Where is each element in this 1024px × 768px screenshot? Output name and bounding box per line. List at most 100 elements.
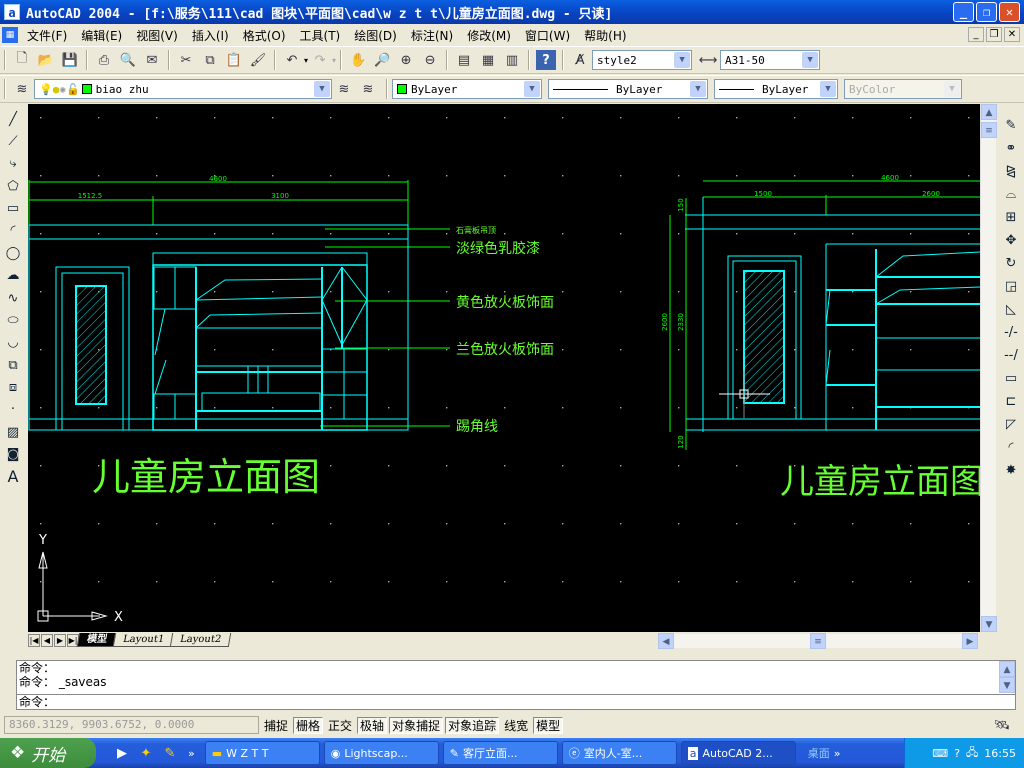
quicklaunch-icon[interactable]: ✦ bbox=[136, 743, 156, 763]
chamfer-icon[interactable]: ◸ bbox=[1001, 413, 1021, 436]
make-block-icon[interactable]: ⧈ bbox=[3, 376, 23, 398]
toggle-osnap[interactable]: 对象捕捉 bbox=[389, 716, 444, 734]
dim-style-icon[interactable]: ⟷ bbox=[698, 50, 718, 70]
ellipse-arc-icon[interactable]: ◡ bbox=[3, 332, 23, 354]
menu-edit[interactable]: 编辑(E) bbox=[74, 27, 129, 44]
make-object-layer-current-icon[interactable]: ≋ bbox=[334, 79, 354, 99]
print-icon[interactable]: ⎙ bbox=[94, 50, 114, 70]
scroll-left-button[interactable]: ◀ bbox=[658, 633, 674, 649]
menu-file[interactable]: 文件(F) bbox=[20, 27, 74, 44]
tab-layout2[interactable]: Layout2 bbox=[169, 633, 232, 647]
text-style-select[interactable]: style2 ▼ bbox=[592, 50, 693, 70]
spline-icon[interactable]: ∿ bbox=[3, 287, 23, 309]
vertical-scrollbar[interactable]: ▲ ≡ ▼ bbox=[980, 104, 997, 632]
layer-previous-icon[interactable]: ≋ bbox=[358, 79, 378, 99]
linetype-select[interactable]: ByLayer ▼ bbox=[548, 79, 708, 99]
line-icon[interactable]: ╱ bbox=[3, 108, 23, 130]
region-icon[interactable]: ◙ bbox=[3, 443, 23, 465]
circle-icon[interactable]: ◯ bbox=[3, 242, 23, 264]
layer-manager-icon[interactable]: ≋ bbox=[12, 79, 32, 99]
command-prompt[interactable]: 命令： bbox=[17, 694, 1015, 709]
scroll-thumb[interactable]: ≡ bbox=[981, 122, 997, 138]
toggle-lineweight[interactable]: 线宽 bbox=[501, 717, 531, 734]
match-properties-icon[interactable]: 🖌 bbox=[248, 50, 268, 70]
menu-dimension[interactable]: 标注(N) bbox=[404, 27, 460, 44]
explode-icon[interactable]: ✸ bbox=[1001, 459, 1021, 482]
start-button[interactable]: ❖ 开始 bbox=[0, 738, 96, 768]
scroll-right-button[interactable]: ▶ bbox=[962, 633, 978, 649]
doc-close-button[interactable]: ✕ bbox=[1004, 27, 1020, 42]
command-window[interactable]: 命令： 命令： _saveas 命令： ▲ ▼ bbox=[16, 660, 1016, 710]
rectangle-icon[interactable]: ▭ bbox=[3, 197, 23, 219]
properties-icon[interactable]: ▤ bbox=[454, 50, 474, 70]
toggle-model[interactable]: 模型 bbox=[533, 716, 564, 734]
toggle-polar[interactable]: 极轴 bbox=[357, 716, 388, 734]
zoom-realtime-icon[interactable]: 🔎 bbox=[372, 50, 392, 70]
construction-line-icon[interactable]: ⟋ bbox=[3, 130, 23, 152]
save-icon[interactable]: 💾 bbox=[60, 50, 80, 70]
help-icon[interactable]: ? bbox=[536, 50, 557, 70]
array-icon[interactable]: ⊞ bbox=[1001, 206, 1021, 229]
network-icon[interactable]: 🖧 bbox=[966, 744, 978, 763]
tab-model[interactable]: 模型 bbox=[76, 633, 118, 647]
document-icon[interactable]: ▦ bbox=[2, 27, 18, 43]
revision-cloud-icon[interactable]: ☁ bbox=[3, 265, 23, 287]
scroll-up-button[interactable]: ▲ bbox=[981, 104, 997, 120]
copy-object-icon[interactable]: ⚭ bbox=[1001, 137, 1021, 160]
text-style-icon[interactable]: A̸ bbox=[570, 50, 590, 70]
h-scroll-thumb[interactable]: ≡ bbox=[810, 633, 826, 649]
task-folder[interactable]: ▬ W Z T T bbox=[204, 741, 320, 765]
polyline-icon[interactable]: ⤷ bbox=[3, 153, 23, 175]
menu-modify[interactable]: 修改(M) bbox=[460, 27, 518, 44]
dim-style-select[interactable]: A31-50 ▼ bbox=[720, 50, 821, 70]
toggle-ortho[interactable]: 正交 bbox=[325, 717, 355, 734]
toggle-otrack[interactable]: 对象追踪 bbox=[445, 716, 500, 734]
minimize-button[interactable]: _ bbox=[953, 2, 974, 22]
desktop-toolbar[interactable]: 桌面 bbox=[808, 745, 830, 761]
task-autocad[interactable]: a AutoCAD 2... bbox=[680, 741, 796, 765]
trim-icon[interactable]: -/- bbox=[1001, 321, 1021, 344]
break-at-point-icon[interactable]: ⊏ bbox=[1001, 390, 1021, 413]
point-icon[interactable]: · bbox=[3, 399, 23, 421]
open-icon[interactable]: 📂 bbox=[36, 50, 56, 70]
restore-button[interactable]: ❐ bbox=[976, 2, 997, 22]
rotate-icon[interactable]: ↻ bbox=[1001, 252, 1021, 275]
copy-icon[interactable]: ⧉ bbox=[200, 50, 220, 70]
design-center-icon[interactable]: ▦ bbox=[478, 50, 498, 70]
print-preview-icon[interactable]: 🔍 bbox=[118, 50, 138, 70]
task-browser[interactable]: ⓔ 室内人-室... bbox=[561, 741, 677, 765]
drawing-canvas[interactable]: 4600 1512.5 3100 石膏板吊顶 淡绿色乳胶漆 黄色放火板饰面 兰色… bbox=[28, 104, 980, 632]
zoom-previous-icon[interactable]: ⊖ bbox=[420, 50, 440, 70]
zoom-window-icon[interactable]: ⊕ bbox=[396, 50, 416, 70]
prev-tab-button[interactable]: ◀ bbox=[41, 633, 53, 647]
mirror-icon[interactable]: ⧎ bbox=[1001, 160, 1021, 183]
arc-icon[interactable]: ◜ bbox=[3, 220, 23, 242]
menu-insert[interactable]: 插入(I) bbox=[185, 27, 236, 44]
break-icon[interactable]: ▭ bbox=[1001, 367, 1021, 390]
erase-icon[interactable]: ✎ bbox=[1001, 114, 1021, 137]
paste-icon[interactable]: 📋 bbox=[224, 50, 244, 70]
expand-quicklaunch-icon[interactable]: » bbox=[188, 747, 195, 760]
menu-view[interactable]: 视图(V) bbox=[129, 27, 185, 44]
offset-icon[interactable]: ⌓ bbox=[1001, 183, 1021, 206]
insert-block-icon[interactable]: ⧉ bbox=[3, 354, 23, 376]
menu-format[interactable]: 格式(O) bbox=[236, 27, 293, 44]
tab-layout1[interactable]: Layout1 bbox=[112, 633, 175, 647]
polygon-icon[interactable]: ⬠ bbox=[3, 175, 23, 197]
cmd-scroll-down[interactable]: ▼ bbox=[999, 677, 1015, 693]
move-icon[interactable]: ✥ bbox=[1001, 229, 1021, 252]
new-icon[interactable]: 🗋 bbox=[12, 50, 32, 70]
color-select[interactable]: ByLayer ▼ bbox=[392, 79, 542, 99]
scroll-down-button[interactable]: ▼ bbox=[981, 616, 997, 632]
horizontal-scrollbar[interactable]: ◀ ≡ ▶ bbox=[658, 633, 978, 649]
cut-icon[interactable]: ✂ bbox=[176, 50, 196, 70]
menu-draw[interactable]: 绘图(D) bbox=[347, 27, 404, 44]
autocad-app-icon[interactable]: a bbox=[4, 4, 20, 20]
menu-help[interactable]: 帮助(H) bbox=[577, 27, 633, 44]
mtext-icon[interactable]: A bbox=[3, 466, 23, 488]
fillet-icon[interactable]: ◜ bbox=[1001, 436, 1021, 459]
hatch-icon[interactable]: ▨ bbox=[3, 421, 23, 443]
keyboard-icon[interactable]: ⌨ bbox=[932, 747, 948, 760]
publish-icon[interactable]: ✉ bbox=[142, 50, 162, 70]
task-living-room[interactable]: ✎ 客厅立面... bbox=[442, 741, 558, 765]
